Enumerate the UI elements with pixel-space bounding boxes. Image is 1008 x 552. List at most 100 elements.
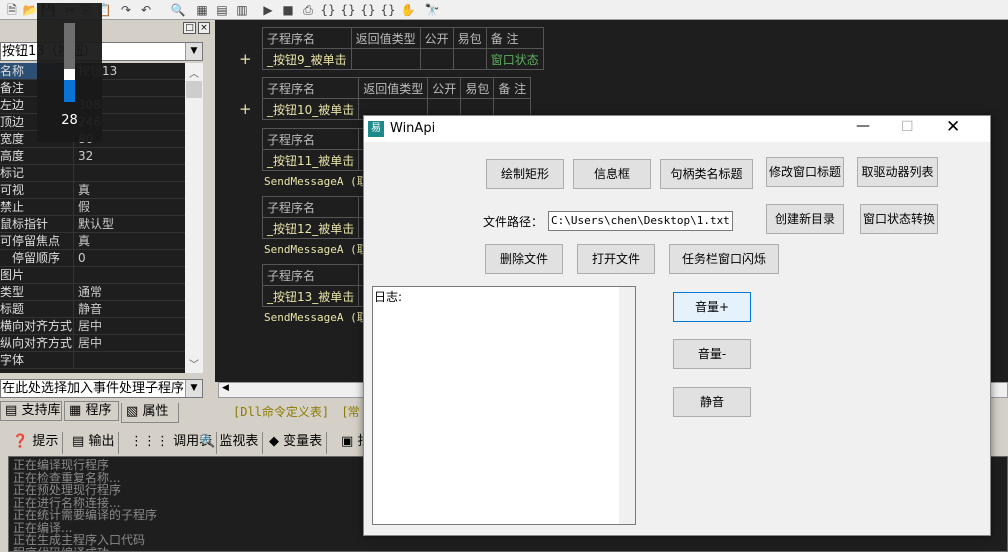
draw-rect-button[interactable]: 绘制矩形 [486, 159, 564, 189]
maximize-button[interactable]: ☐ [901, 119, 914, 135]
delete-file-button[interactable]: 删除文件 [485, 244, 563, 274]
property-row[interactable]: 横向对齐方式 居中 [0, 318, 185, 335]
undo-icon[interactable]: ↶ [138, 2, 154, 18]
sub-remark[interactable]: 窗口状态 [485, 48, 544, 70]
tab-program[interactable]: ▦ 程序 [64, 401, 119, 421]
redo-icon[interactable]: ↷ [118, 2, 134, 18]
log-scrollbar[interactable] [619, 287, 635, 524]
header-cell: 易包 [452, 27, 487, 49]
layout1-icon[interactable]: ▦ [194, 2, 210, 18]
cell[interactable] [452, 48, 487, 70]
volume-up-button[interactable]: 音量+ [673, 292, 751, 322]
msgbox-button[interactable]: 信息框 [573, 159, 651, 189]
layout3-icon[interactable]: ▥ [234, 2, 250, 18]
step-out-icon[interactable]: {} [360, 2, 376, 18]
log-textarea[interactable]: 日志: [372, 286, 636, 525]
tab-support-lib[interactable]: ▤ 支持库 [0, 401, 62, 421]
code-line[interactable]: SendMessageA (取窗 [264, 241, 379, 257]
expand-icon[interactable]: + [239, 50, 252, 68]
chevron-down-icon[interactable]: ▼ [185, 43, 202, 60]
property-row[interactable]: 可视真 [0, 182, 185, 199]
open-icon[interactable]: 📂 [22, 2, 38, 18]
property-row[interactable]: 高度 32 [0, 148, 185, 165]
layout2-icon[interactable]: ▤ [214, 2, 230, 18]
hand-icon[interactable]: ✋ [400, 2, 416, 18]
run-to-cursor-icon[interactable]: {} [380, 2, 396, 18]
volume-down-button[interactable]: 音量- [673, 339, 751, 369]
tab-constants[interactable]: [常 [343, 403, 360, 420]
tab-dll-commands[interactable]: [Dll命令定义表] [233, 403, 329, 420]
path-input[interactable]: C:\Users\chen\Desktop\1.txt [548, 211, 733, 231]
property-row[interactable]: 停留顺序 0 [0, 250, 185, 267]
code-line[interactable]: SendMessageA (取窗 [264, 173, 379, 189]
cell[interactable] [419, 48, 454, 70]
sub-name[interactable]: _按钮11_被单击 [261, 149, 360, 171]
property-row[interactable]: 可停留焦点真 [0, 233, 185, 250]
property-value[interactable]: 居中 [78, 318, 102, 334]
code-line[interactable]: SendMessageA (取窗 [264, 309, 379, 325]
close-panel-button[interactable]: × [198, 22, 210, 34]
minimize-button[interactable]: — [856, 118, 870, 134]
volume-thumb[interactable] [64, 68, 75, 80]
search-help-icon[interactable]: 🔭 [424, 2, 440, 18]
property-row[interactable]: 标记 [0, 165, 185, 182]
header-cell: 公开 [427, 77, 462, 99]
property-row[interactable]: 类型 通常 [0, 284, 185, 301]
property-row[interactable]: 字体 [0, 352, 185, 369]
property-value[interactable]: 静音 [78, 301, 102, 317]
property-value[interactable]: 0 [78, 250, 86, 266]
property-row[interactable]: 禁止假 [0, 199, 185, 216]
property-row[interactable]: 鼠标指针 默认型 [0, 216, 185, 233]
maximize-panel-button[interactable]: □ [183, 22, 196, 34]
property-value[interactable]: 真 [78, 182, 90, 198]
drive-list-button[interactable]: 取驱动器列表 [857, 157, 938, 187]
close-button[interactable]: ✕ [946, 117, 960, 137]
property-value[interactable]: 默认型 [78, 216, 114, 232]
stop-icon[interactable]: ■ [280, 2, 296, 18]
run-icon[interactable]: ▶ [260, 2, 276, 18]
find-icon[interactable]: 🔍 [170, 2, 186, 18]
tab-variables[interactable]: ◆ 变量表 [265, 432, 328, 454]
output-icon: ▤ [72, 434, 85, 449]
property-key: 纵向对齐方式 [0, 335, 74, 351]
expand-icon[interactable]: + [239, 100, 252, 118]
taskbar-flash-button[interactable]: 任务栏窗口闪烁 [669, 244, 779, 274]
sub-name[interactable]: _按钮9_被单击 [262, 48, 352, 70]
property-value[interactable]: 居中 [78, 335, 102, 351]
new-icon[interactable]: 🗎 [4, 2, 20, 18]
sub-name[interactable]: _按钮13_被单击 [261, 285, 360, 307]
header-cell: 易包 [460, 77, 495, 99]
sub-name[interactable]: _按钮10_被单击 [261, 98, 360, 120]
property-row[interactable]: 纵向对齐方式 居中 [0, 335, 185, 352]
scroll-left-icon[interactable]: ◀ [222, 383, 229, 393]
step-over-icon[interactable]: {} [340, 2, 356, 18]
property-value[interactable]: 32 [78, 148, 93, 164]
property-value[interactable]: 假 [78, 199, 90, 215]
event-combo[interactable]: 在此处选择加入事件处理子程序 ▼ [0, 379, 203, 398]
property-scrollbar[interactable]: ︿ ﹀ [185, 63, 203, 373]
property-value[interactable]: 通常 [78, 284, 102, 300]
tab-hint[interactable]: ❓ 提示 [8, 432, 64, 454]
tab-watch[interactable]: 🔍 监视表 [195, 432, 264, 454]
window-state-button[interactable]: 窗口状态转换 [860, 204, 938, 234]
debug-icon[interactable]: ⎙ [300, 2, 316, 18]
create-dir-button[interactable]: 创建新目录 [766, 204, 844, 234]
subroutine-table: 子程序名 返回值类型 公开 易包备 注 _按钮9_被单击 窗口状态 [262, 27, 544, 70]
handle-class-title-button[interactable]: 句柄类名标题 [660, 159, 753, 189]
property-row[interactable]: 图片 [0, 267, 185, 284]
property-value[interactable]: 真 [78, 233, 90, 249]
tab-output[interactable]: ▤ 输出 [68, 432, 120, 454]
open-file-button[interactable]: 打开文件 [577, 244, 655, 274]
tab-properties[interactable]: ▧ 属性 [121, 403, 179, 423]
header-cell: 子程序名 [261, 196, 360, 218]
toolbar: 🗎📂💾✂⎘📋↷↶🔍▦▤▥▶■⎙{}{}{}{}✋🔭 [0, 0, 1008, 20]
cell[interactable] [350, 48, 421, 70]
property-key: 图片 [0, 267, 74, 283]
chevron-down-icon[interactable]: ▼ [185, 380, 202, 397]
header-cell: 备 注 [493, 77, 532, 99]
step-in-icon[interactable]: {} [320, 2, 336, 18]
mute-button[interactable]: 静音 [673, 387, 751, 417]
modify-title-button[interactable]: 修改窗口标题 [766, 157, 844, 187]
property-row[interactable]: 标题 静音 [0, 301, 185, 318]
sub-name[interactable]: _按钮12_被单击 [261, 217, 360, 239]
